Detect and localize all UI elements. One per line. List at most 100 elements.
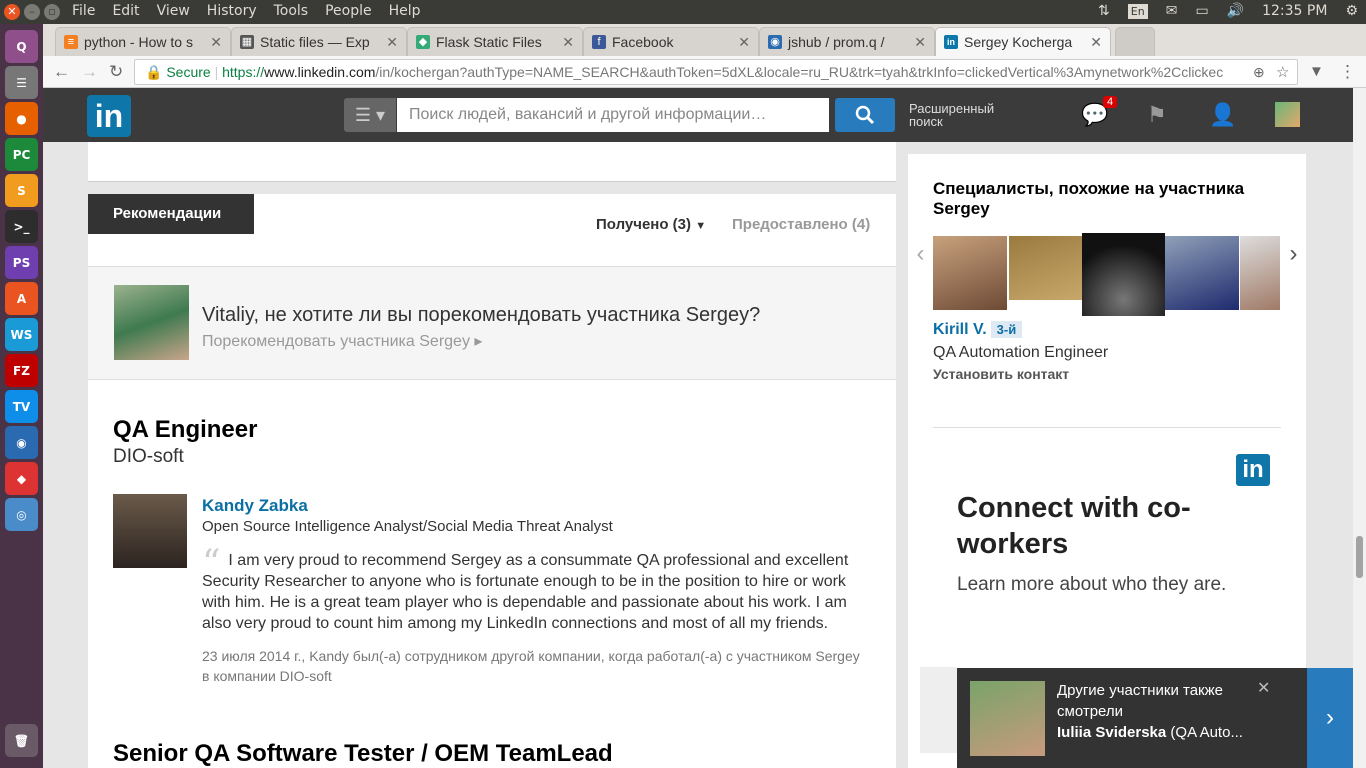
webstorm-icon[interactable]: WS xyxy=(5,318,38,351)
window-maximize-button[interactable]: ▫ xyxy=(44,4,60,20)
popup-next-button[interactable]: › xyxy=(1307,668,1353,768)
sublime-text-icon[interactable]: S xyxy=(5,174,38,207)
menu-people[interactable]: People xyxy=(325,3,372,19)
menu-history[interactable]: History xyxy=(207,3,257,19)
also-viewed-name[interactable]: Iuliia Sviderska xyxy=(1057,724,1166,741)
app-menu-bar: File Edit View History Tools People Help xyxy=(72,3,421,19)
search-input[interactable] xyxy=(397,98,829,132)
url-host: www.linkedin.com xyxy=(264,64,376,80)
page-scrollbar[interactable] xyxy=(1353,88,1366,768)
tab-django-static[interactable]: ▦ Static files — Exp ✕ xyxy=(231,27,407,56)
system-tray: ⇅ En ✉ ▭ 🔊 12:35 PM ⚙ xyxy=(1098,3,1358,19)
menu-tools[interactable]: Tools xyxy=(274,3,309,19)
notifications-flag-icon[interactable]: ⚑ xyxy=(1147,102,1167,128)
new-tab-button[interactable] xyxy=(1115,27,1155,56)
window-minimize-button[interactable]: – xyxy=(24,4,40,20)
recommender-name-link[interactable]: Kandy Zabka xyxy=(202,496,308,516)
similar-profile-photo-3[interactable] xyxy=(1082,233,1165,316)
job-title-2: Senior QA Software Tester / OEM TeamLead xyxy=(113,740,613,767)
menu-view[interactable]: View xyxy=(157,3,190,19)
tab-close-icon[interactable]: ✕ xyxy=(386,34,398,51)
similar-profile-photo-4[interactable] xyxy=(1165,236,1239,310)
scrollbar-thumb[interactable] xyxy=(1356,536,1363,578)
pocket-extension-icon[interactable]: ▼ xyxy=(1309,63,1324,80)
zoom-icon[interactable]: ⊕ xyxy=(1253,64,1265,81)
reload-icon[interactable]: ↻ xyxy=(109,62,123,82)
linkedin-favicon-icon: in xyxy=(944,35,958,49)
browser-menu-icon[interactable]: ⋮ xyxy=(1339,62,1356,82)
carousel-prev-icon[interactable]: ‹ xyxy=(908,216,933,291)
phpstorm-icon[interactable]: PS xyxy=(5,246,38,279)
tab-facebook[interactable]: f Facebook ✕ xyxy=(583,27,759,56)
similar-profile-photo-2[interactable] xyxy=(1009,236,1083,300)
clock[interactable]: 12:35 PM xyxy=(1262,3,1327,19)
similar-profile-name[interactable]: Kirill V. 3-й xyxy=(933,321,1023,339)
tab-flask-static[interactable]: ◆ Flask Static Files ✕ xyxy=(407,27,583,56)
tab-close-icon[interactable]: ✕ xyxy=(914,34,926,51)
window-controls: ✕ – ▫ xyxy=(4,4,60,20)
files-icon[interactable]: ☰ xyxy=(5,66,38,99)
menu-help[interactable]: Help xyxy=(389,3,421,19)
tab-jshub[interactable]: ◉ jshub / prom.q / ✕ xyxy=(759,27,935,56)
network-transfer-icon[interactable]: ⇅ xyxy=(1098,3,1110,19)
divider xyxy=(933,427,1281,428)
recommendations-tab[interactable]: Рекомендации xyxy=(88,194,254,234)
window-close-button[interactable]: ✕ xyxy=(4,4,20,20)
carousel-next-icon[interactable]: › xyxy=(1281,216,1306,291)
battery-icon[interactable]: ▭ xyxy=(1195,3,1208,19)
advanced-search-line2: поиск xyxy=(909,114,943,129)
similar-profile-role: QA Automation Engineer xyxy=(933,344,1109,361)
also-viewed-popup[interactable]: Другие участники также смотрели Iuliia S… xyxy=(957,668,1307,768)
mail-icon[interactable]: ✉ xyxy=(1166,3,1178,19)
recommendations-card: Рекомендации Получено (3) ▼ Предоставлен… xyxy=(88,194,896,768)
popup-close-icon[interactable]: ✕ xyxy=(1257,678,1270,698)
tab-close-icon[interactable]: ✕ xyxy=(562,34,574,51)
back-arrow-icon[interactable]: ← xyxy=(53,62,70,82)
tab-close-icon[interactable]: ✕ xyxy=(210,34,222,51)
bookmark-star-icon[interactable]: ☆ xyxy=(1276,63,1289,81)
ad-subtitle[interactable]: Learn more about who they are. xyxy=(957,572,1257,597)
similar-profile-photo-1[interactable] xyxy=(933,236,1007,310)
advanced-search-link[interactable]: Расширенный поиск xyxy=(909,102,994,128)
secure-label: Secure xyxy=(166,64,211,80)
page-content: Рекомендации Получено (3) ▼ Предоставлен… xyxy=(43,142,1353,768)
forward-arrow-icon[interactable]: → xyxy=(81,62,98,82)
git-client-icon[interactable]: ◆ xyxy=(5,462,38,495)
menu-file[interactable]: File xyxy=(72,3,95,19)
search-button[interactable] xyxy=(835,98,895,132)
tab-close-icon[interactable]: ✕ xyxy=(1090,34,1102,51)
software-center-icon[interactable]: A xyxy=(5,282,38,315)
tab-stackoverflow[interactable]: ≡ python - How to s ✕ xyxy=(55,27,231,56)
ad-title[interactable]: Connect with co-workers xyxy=(957,490,1257,562)
recommend-link[interactable]: Порекомендовать участника Sergey ▸ xyxy=(202,331,482,351)
keyboard-layout-indicator[interactable]: En xyxy=(1127,3,1148,19)
pycharm-icon[interactable]: PC xyxy=(5,138,38,171)
filezilla-icon[interactable]: FZ xyxy=(5,354,38,387)
given-filter[interactable]: Предоставлено (4) xyxy=(732,216,870,233)
dash-home-icon[interactable]: Q xyxy=(5,30,38,63)
also-viewed-avatar[interactable] xyxy=(970,681,1045,756)
menu-edit[interactable]: Edit xyxy=(112,3,139,19)
received-filter[interactable]: Получено (3) ▼ xyxy=(596,216,706,233)
network-globe-icon[interactable]: ◉ xyxy=(5,426,38,459)
chrome-icon[interactable]: ◎ xyxy=(5,498,38,531)
also-viewed-text: Другие участники также смотрели Iuliia S… xyxy=(1057,680,1257,743)
settings-gear-icon[interactable]: ⚙ xyxy=(1345,3,1358,19)
trash-icon[interactable]: 🗑 xyxy=(5,724,38,757)
address-bar-input[interactable]: 🔒 Secure | https://www.linkedin.com/in/k… xyxy=(134,59,1298,85)
firefox-icon[interactable]: ● xyxy=(5,102,38,135)
teamviewer-icon[interactable]: TV xyxy=(5,390,38,423)
user-avatar[interactable] xyxy=(1275,102,1300,127)
tab-title: python - How to s xyxy=(84,34,193,50)
linkedin-logo[interactable]: in xyxy=(87,95,131,137)
add-connection-icon[interactable]: 👤 xyxy=(1209,102,1236,128)
search-category-dropdown[interactable]: ☰ ▾ xyxy=(344,98,396,132)
tab-linkedin-active[interactable]: in Sergey Kocherga ✕ xyxy=(935,27,1111,56)
connect-link[interactable]: Установить контакт xyxy=(933,366,1069,382)
tab-close-icon[interactable]: ✕ xyxy=(738,34,750,51)
tab-title: Static files — Exp xyxy=(260,34,370,50)
recommender-avatar[interactable] xyxy=(113,494,187,568)
volume-icon[interactable]: 🔊 xyxy=(1227,3,1244,19)
similar-profile-photo-5[interactable] xyxy=(1240,236,1280,310)
terminal-icon[interactable]: >_ xyxy=(5,210,38,243)
